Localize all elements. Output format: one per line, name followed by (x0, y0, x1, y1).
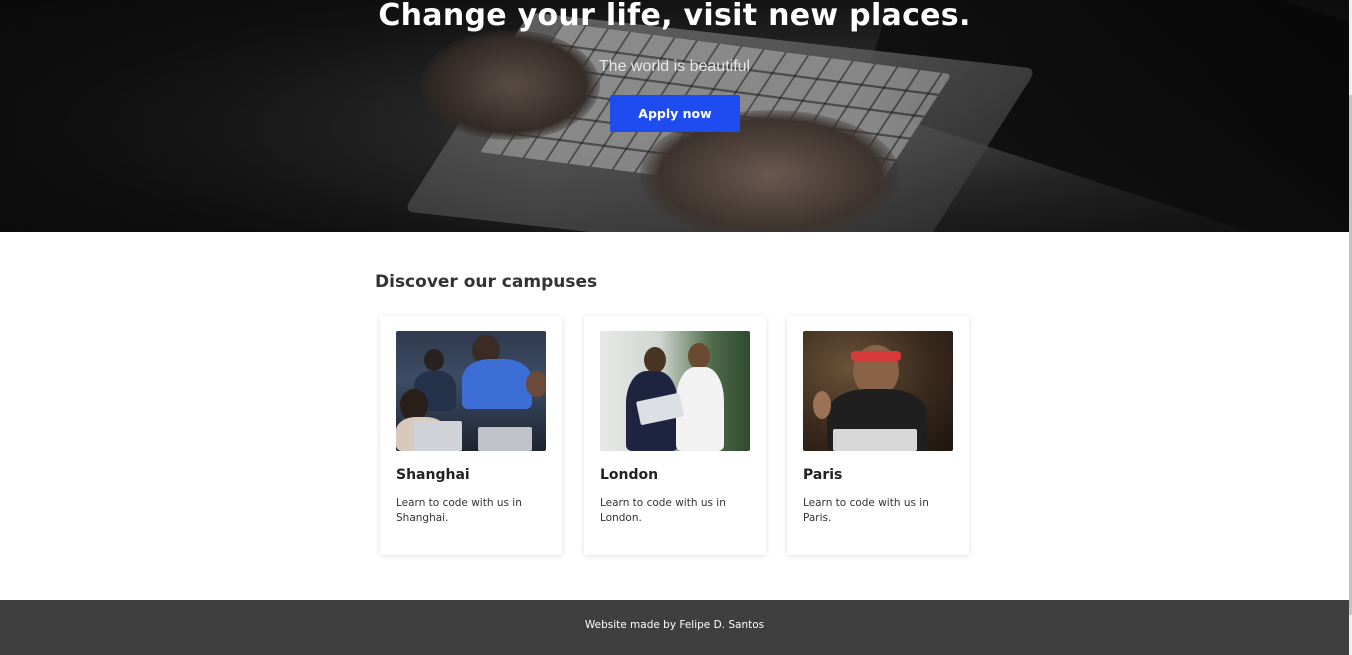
hero-banner: Change your life, visit new places. The … (0, 0, 1349, 232)
campus-city: Paris (803, 467, 843, 483)
hero-subtitle: The world is beautiful (598, 58, 751, 75)
campus-description: Learn to code with us in Paris. (803, 497, 929, 524)
site-footer: Website made by Felipe D. Santos (0, 600, 1349, 655)
campus-photo-shanghai (396, 331, 546, 451)
campus-description: Learn to code with us in London. (600, 497, 726, 524)
campus-card-shanghai[interactable]: Shanghai Learn to code with us in Shangh… (380, 316, 562, 555)
apply-now-button[interactable]: Apply now (610, 95, 740, 132)
hero-title: Change your life, visit new places. (378, 0, 971, 33)
campus-city: London (600, 467, 659, 483)
campus-card-paris[interactable]: Paris Learn to code with us in Paris. (787, 316, 969, 555)
campuses-heading: Discover our campuses (375, 272, 598, 292)
campus-card-london[interactable]: London Learn to code with us in London. (584, 316, 766, 555)
campus-description: Learn to code with us in Shanghai. (396, 497, 522, 524)
campus-city: Shanghai (396, 467, 470, 483)
campus-photo-london (600, 331, 750, 451)
campus-photo-paris (803, 331, 953, 451)
footer-credit: Website made by Felipe D. Santos (584, 619, 765, 631)
